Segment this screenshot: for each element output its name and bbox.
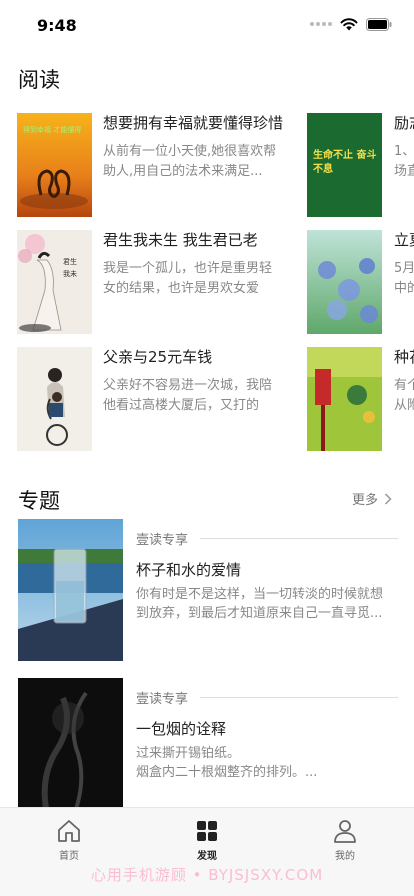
reading-thumbnail <box>307 230 382 334</box>
topic-card[interactable]: 壹读专享 杯子和水的爱情 你有时是不是这样，当一切转淡的时候就想到放弃，到最后才… <box>18 519 398 661</box>
reading-item[interactable]: 生命不止 奋斗不息 励志 1、人生 场直 <box>307 113 414 217</box>
section-title-topics: 专题 <box>18 489 60 513</box>
reading-item-desc: 父亲好不容易进一次城，我陪他看过高楼大厦后，又打的去... <box>103 378 273 413</box>
reading-thumbnail: 生命不止 奋斗不息 <box>307 113 382 217</box>
more-button[interactable]: 更多 <box>352 489 392 508</box>
status-icons <box>310 17 392 31</box>
section-title-reading: 阅读 <box>18 68 60 92</box>
grid-icon <box>197 821 217 841</box>
reading-thumbnail: 君生 我未 <box>17 230 92 334</box>
reading-item-desc: 有个 <box>394 378 414 393</box>
reading-item-desc: 从附 <box>394 398 414 413</box>
signal-icon <box>310 22 332 26</box>
thumbnail-caption: 得到幸福 才能懂得 <box>23 126 82 134</box>
thumbnail-caption: 生命不止 奋斗不息 <box>313 150 377 175</box>
reading-item[interactable]: 得到幸福 才能懂得 想要拥有幸福就要懂得珍惜 从前有一位小天使,她很喜欢帮助人,… <box>17 113 283 217</box>
more-label: 更多 <box>351 493 378 508</box>
chevron-right-icon <box>384 492 392 505</box>
reading-item-title: 励志 <box>394 114 414 132</box>
reading-item[interactable]: 君生 我未 君生我未生 我生君已老 我是一个孤儿，也许是重男轻女的结果，也许是男… <box>17 230 283 334</box>
reading-list: 得到幸福 才能懂得 想要拥有幸福就要懂得珍惜 从前有一位小天使,她很喜欢帮助人,… <box>0 113 414 453</box>
reading-item-title: 种花 <box>394 348 414 366</box>
tab-label: 我的 <box>335 851 355 862</box>
topic-card[interactable]: 壹读专享 一包烟的诠释 过来撕开锡铂纸。 烟盒内二十根烟整齐的排列。... <box>18 678 398 820</box>
reading-item-desc: 中的 <box>394 281 414 296</box>
reading-item-desc: 场直 <box>394 164 414 179</box>
tab-home[interactable]: 首页 <box>29 818 109 862</box>
battery-icon <box>366 17 392 31</box>
status-time: 9:48 <box>37 16 77 35</box>
watermark: 心用手机游顾 • BYJSJSXY.COM <box>90 866 324 884</box>
reading-item[interactable]: 种花 有个 从附 <box>307 347 414 451</box>
reading-item-desc: 1、人生 <box>394 144 414 159</box>
svg-text:君生: 君生 <box>63 257 77 266</box>
home-icon <box>58 820 80 842</box>
topic-title: 杯子和水的爱情 <box>136 561 242 579</box>
reading-item[interactable]: 父亲与25元车钱 父亲好不容易进一次城，我陪他看过高楼大厦后，又打的去... <box>17 347 283 451</box>
status-bar: 9:48 <box>0 0 414 50</box>
reading-item-title: 想要拥有幸福就要懂得珍惜 <box>103 114 283 132</box>
svg-text:我未: 我未 <box>63 269 77 278</box>
topic-image <box>18 678 123 820</box>
topic-title: 一包烟的诠释 <box>136 720 227 738</box>
topic-image <box>18 519 123 661</box>
reading-thumbnail <box>307 347 382 451</box>
tab-discover[interactable]: 发现 <box>167 818 247 862</box>
reading-item-desc: 5月 <box>394 261 414 276</box>
reading-item-title: 君生我未生 我生君已老 <box>103 231 258 249</box>
topic-tag: 壹读专享 <box>136 692 189 707</box>
topic-desc: 你有时是不是这样，当一切转淡的时候就想到放弃，到最后才知道原来自己一直寻觅... <box>136 587 384 621</box>
profile-icon <box>334 820 356 843</box>
reading-item-desc: 我是一个孤儿，也许是重男轻女的结果，也许是男欢女爱又... <box>103 261 273 296</box>
tab-label: 首页 <box>59 851 79 862</box>
divider <box>200 697 398 698</box>
topic-desc: 过来撕开锡铂纸。 烟盒内二十根烟整齐的排列。... <box>136 746 318 780</box>
reading-item[interactable]: 立夏 5月 中的 <box>307 230 414 334</box>
reading-thumbnail <box>17 347 92 451</box>
reading-item-title: 父亲与25元车钱 <box>103 348 213 366</box>
tab-label: 发现 <box>197 851 217 862</box>
reading-thumbnail: 得到幸福 才能懂得 <box>17 113 92 217</box>
wifi-icon <box>340 18 358 31</box>
topic-tag: 壹读专享 <box>136 533 189 548</box>
divider <box>200 538 398 539</box>
reading-item-title: 立夏 <box>394 231 414 249</box>
reading-item-desc: 从前有一位小天使,她很喜欢帮助人,用自己的法术来满足... <box>103 144 277 179</box>
tab-profile[interactable]: 我的 <box>305 818 385 862</box>
